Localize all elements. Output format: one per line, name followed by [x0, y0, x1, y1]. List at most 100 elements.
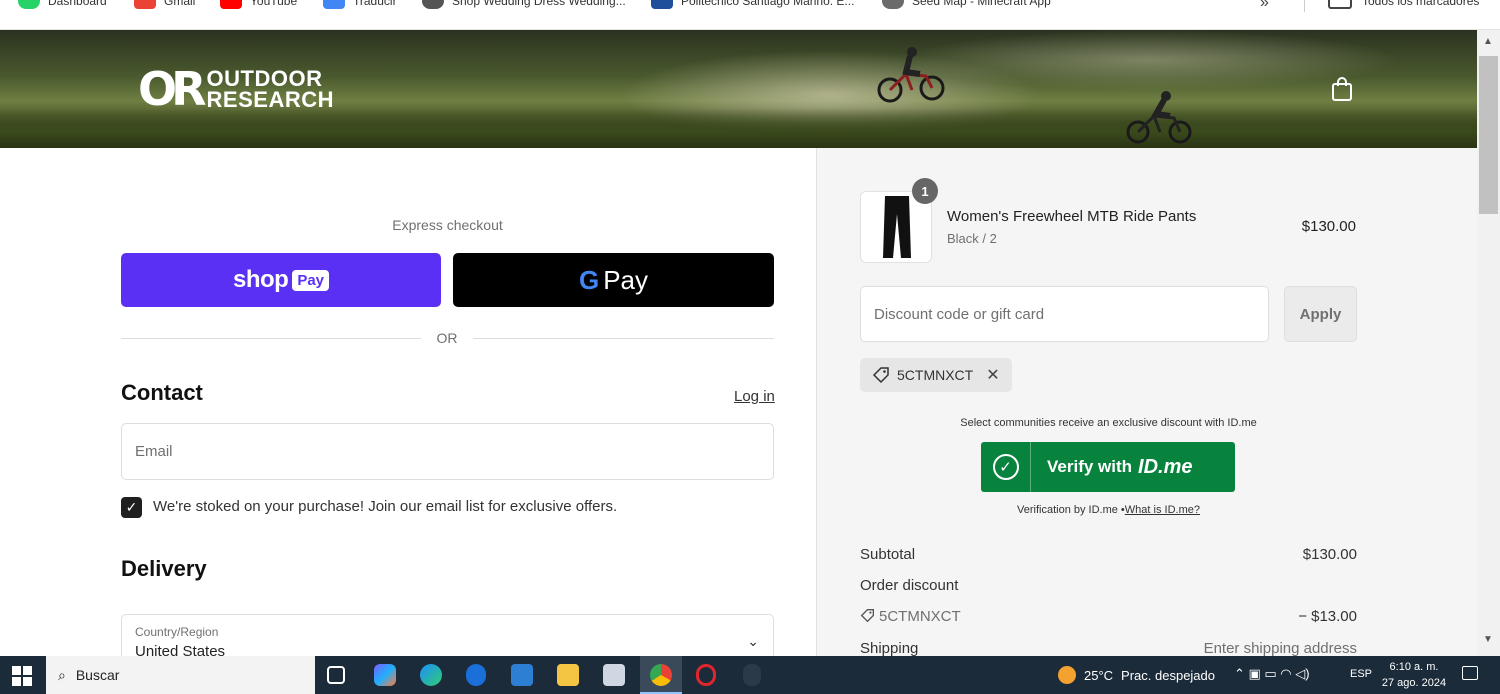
bookmark-label: Traducir — [353, 0, 397, 8]
divider-line — [121, 338, 421, 339]
shipping-value: Enter shipping address — [1203, 640, 1357, 657]
calculator-icon[interactable] — [603, 664, 625, 686]
scroll-down-icon[interactable]: ▼ — [1483, 634, 1493, 645]
email-placeholder: Email — [135, 443, 173, 460]
bookmark-traducir[interactable]: Traducir — [323, 0, 397, 9]
bookmark-politecnico[interactable]: Politécnico Santiago Mariño. E... — [651, 0, 854, 9]
contact-heading: Contact — [121, 380, 203, 405]
country-label: Country/Region — [135, 625, 219, 639]
verify-with-idme-button[interactable]: ✓ Verify with ID.me — [981, 442, 1235, 492]
language-indicator[interactable]: ESP — [1350, 668, 1372, 680]
weather-temp: 25°C — [1084, 667, 1114, 683]
system-tray-icons[interactable]: ⌃ ▣ ▭ ◠ ◁) — [1234, 666, 1310, 682]
order-discount-label: Order discount — [860, 577, 959, 594]
weather-text: Prac. despejado — [1121, 667, 1215, 683]
quantity-badge: 1 — [912, 178, 938, 204]
school-icon — [651, 0, 673, 9]
gmail-icon — [134, 0, 156, 9]
scroll-up-icon[interactable]: ▲ — [1483, 36, 1493, 47]
bookmark-label: Dashboard — [48, 0, 107, 8]
weather-widget[interactable]: 25°C Prac. despejado — [1058, 666, 1215, 684]
discount-code-input[interactable]: Discount code or gift card — [860, 286, 1269, 342]
logo-wordmark: OUTDOOR RESEARCH — [207, 68, 334, 111]
shop-pay-button[interactable]: shop Pay — [121, 253, 441, 307]
subtotal-value: $130.00 — [1302, 546, 1357, 563]
bookmarks-bar: Dashboard Gmail YouTube Traducir Shop We… — [0, 0, 1500, 30]
bookmark-dashboard[interactable]: Dashboard — [18, 0, 107, 9]
idme-logo: ID.me — [1138, 455, 1193, 478]
shopping-bag-icon[interactable] — [1330, 76, 1354, 102]
windows-taskbar: ⌕ Buscar 25°C Prac. despejado ⌃ ▣ ▭ ◠ ◁)… — [0, 656, 1500, 694]
bookmark-label: YouTube — [250, 0, 298, 8]
order-discount-row: Order discount — [860, 577, 1357, 594]
or-divider: OR — [121, 328, 774, 348]
shipping-label: Shipping — [860, 640, 919, 657]
order-summary: 1 Women's Freewheel MTB Ride Pants Black… — [816, 148, 1477, 657]
email-field[interactable]: Email — [121, 423, 774, 480]
close-icon[interactable]: ✕ — [986, 365, 999, 385]
bookmark-youtube[interactable]: YouTube — [220, 0, 297, 9]
what-is-idme-link[interactable]: What is ID.me? — [1125, 504, 1200, 516]
or-text: OR — [436, 330, 458, 346]
bluetooth-icon[interactable] — [466, 664, 486, 686]
applied-code-text: 5CTMNXCT — [897, 367, 974, 383]
taskbar-search[interactable]: ⌕ Buscar — [46, 656, 315, 694]
logo-mark: OR — [138, 62, 206, 116]
windows-start-icon[interactable] — [12, 666, 32, 686]
all-bookmarks[interactable]: Todos los marcadores — [1328, 0, 1479, 9]
subtotal-row: Subtotal $130.00 — [860, 546, 1357, 563]
opera-icon[interactable] — [696, 664, 716, 686]
newsletter-checkbox[interactable]: ✓ — [121, 497, 142, 518]
mountain-biker-1 — [877, 47, 945, 103]
edge-icon[interactable] — [420, 664, 442, 686]
discount-code-label: 5CTMNXCT — [879, 608, 961, 625]
express-checkout-title: Express checkout — [392, 217, 503, 233]
checkmark-icon: ✓ — [125, 499, 138, 515]
outdoor-research-logo[interactable]: OR OUTDOOR RESEARCH — [138, 66, 334, 112]
file-explorer-icon[interactable] — [557, 664, 579, 686]
taskbar-clock[interactable]: 6:10 a. m. 27 ago. 2024 — [1370, 659, 1458, 691]
weather-sun-icon — [1058, 666, 1076, 684]
mail-icon[interactable] — [511, 664, 533, 686]
globe-icon — [422, 0, 444, 9]
bookmark-label: Seed Map - Minecraft App — [912, 0, 1051, 8]
mountain-biker-2 — [1126, 91, 1192, 144]
scrollbar-thumb[interactable] — [1479, 56, 1498, 214]
chrome-icon[interactable] — [650, 664, 672, 686]
idme-button-label: Verify with — [1047, 457, 1133, 476]
translate-icon — [323, 0, 345, 9]
bookmark-wedding[interactable]: Shop Wedding Dress Wedding... — [422, 0, 626, 9]
product-price: $130.00 — [1301, 218, 1356, 235]
tag-icon — [872, 367, 889, 384]
notification-icon[interactable] — [1462, 666, 1478, 680]
chevron-double-right-icon[interactable]: » — [1260, 0, 1269, 12]
shop-pay-wordmark: shop — [232, 266, 289, 293]
discount-placeholder: Discount code or gift card — [874, 306, 1045, 323]
taskbar-search-label: Buscar — [75, 667, 120, 683]
page-scrollbar[interactable]: ▲ ▼ — [1477, 30, 1500, 656]
task-view-icon[interactable] — [327, 666, 345, 684]
tag-icon — [860, 609, 874, 623]
checkout-form: Express checkout shop Pay G Pay OR Conta… — [0, 148, 816, 671]
hero-banner: OR OUTDOOR RESEARCH — [0, 30, 1477, 148]
search-icon: ⌕ — [58, 666, 66, 683]
newsletter-label: We're stoked on your purchase! Join our … — [153, 498, 618, 515]
bookmarks-divider — [1304, 0, 1305, 12]
google-pay-label: Pay — [603, 264, 649, 295]
idme-verification-text: Verification by ID.me • — [1017, 504, 1125, 516]
mouse-icon[interactable] — [743, 664, 761, 686]
discount-value: − $13.00 — [1298, 608, 1357, 625]
whatsapp-icon — [18, 0, 40, 9]
bookmark-label: Gmail — [164, 0, 196, 8]
bookmark-gmail[interactable]: Gmail — [134, 0, 195, 9]
bookmark-seedmap[interactable]: Seed Map - Minecraft App — [882, 0, 1051, 9]
google-pay-button[interactable]: G Pay — [453, 253, 774, 307]
apply-button[interactable]: Apply — [1284, 286, 1357, 342]
seedmap-icon — [882, 0, 904, 9]
youtube-icon — [220, 0, 242, 9]
bookmark-label: Politécnico Santiago Mariño. E... — [681, 0, 855, 8]
pants-image — [883, 196, 911, 258]
login-link[interactable]: Log in — [734, 388, 775, 405]
copilot-icon[interactable] — [374, 664, 396, 686]
clock-date: 27 ago. 2024 — [1381, 677, 1447, 689]
